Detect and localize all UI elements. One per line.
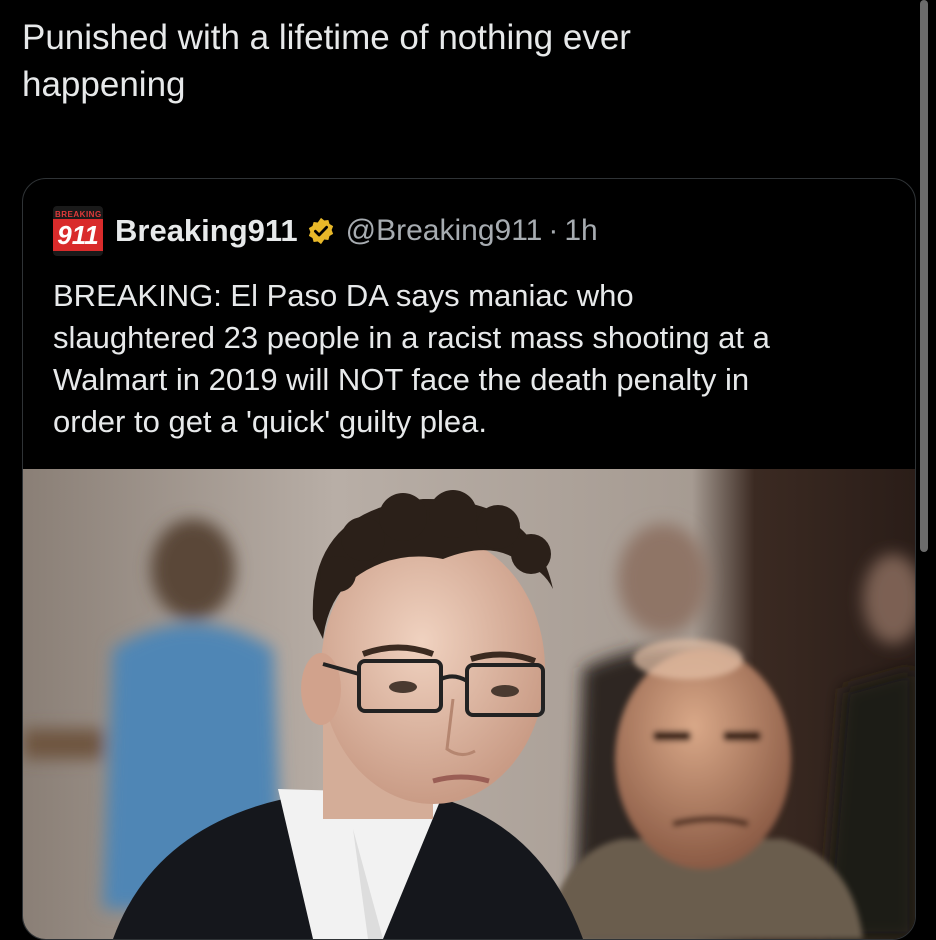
verified-badge-icon	[306, 216, 336, 246]
quoted-post-header: BREAKING 911 Breaking911 @Breaking911 · …	[53, 205, 598, 257]
timestamp[interactable]: 1h	[564, 214, 597, 248]
avatar-top-text: BREAKING	[55, 210, 102, 219]
quoted-post-text: BREAKING: El Paso DA says maniac who sla…	[53, 278, 770, 439]
handle[interactable]: @Breaking911	[346, 214, 543, 248]
scrollbar[interactable]	[920, 0, 928, 552]
news-photo[interactable]	[23, 469, 915, 939]
post-text: Punished with a lifetime of nothing ever…	[22, 18, 631, 104]
avatar[interactable]: BREAKING 911	[53, 206, 103, 256]
quoted-post-card[interactable]: BREAKING 911 Breaking911 @Breaking911 · …	[22, 178, 916, 940]
separator-dot: ·	[548, 214, 559, 247]
display-name[interactable]: Breaking911	[115, 213, 298, 249]
avatar-number: 911	[53, 219, 103, 251]
